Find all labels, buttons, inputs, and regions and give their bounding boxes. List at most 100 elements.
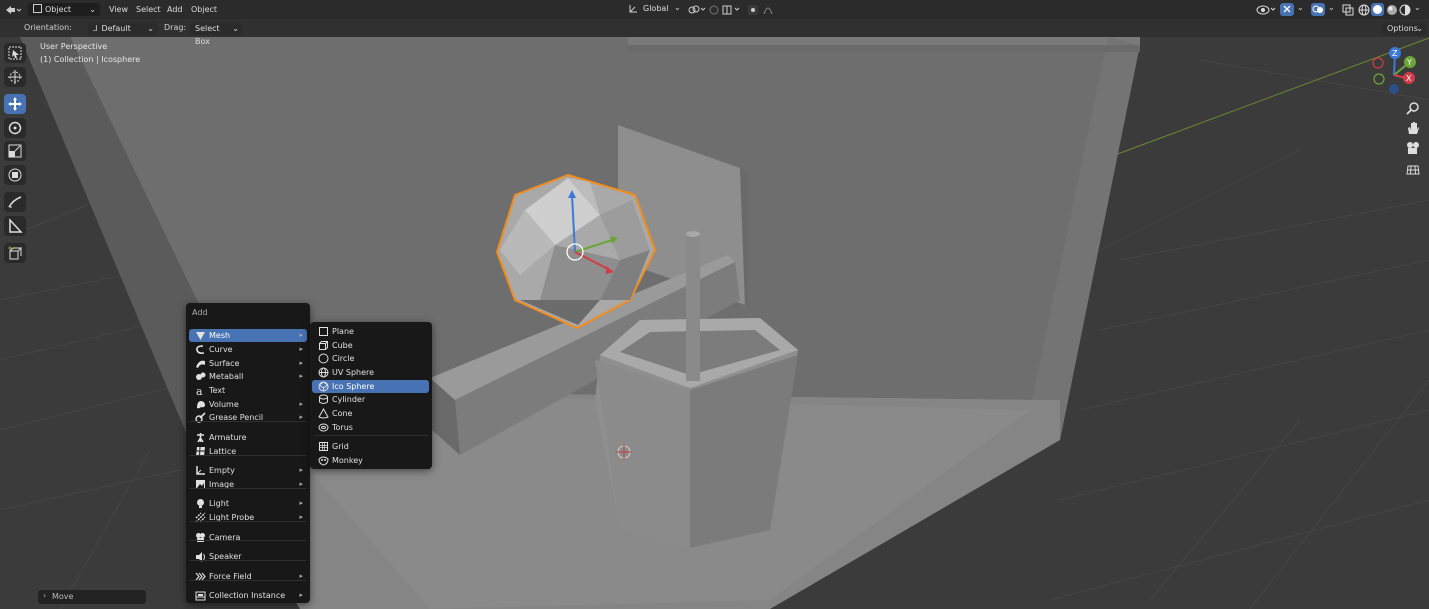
mesh-submenu: Plane Cube Circle UV Sphere Ico Sphere Cylind…	[310, 322, 432, 469]
submenu-arrow-icon: ▸	[299, 359, 303, 367]
add-menu-item-image[interactable]: Image ▸	[189, 478, 307, 491]
add-menu-item-empty[interactable]: Empty ▸	[189, 464, 307, 477]
pan-hand-icon[interactable]	[1404, 119, 1422, 137]
mesh-menu-item-cylinder[interactable]: Cylinder	[312, 393, 429, 406]
mesh-menu-item-uv-sphere[interactable]: UV Sphere	[312, 366, 429, 379]
shading-material-icon[interactable]	[1386, 4, 1398, 16]
add-menu-item-curve[interactable]: Curve ▸	[189, 343, 307, 356]
gizmo-toggle-button[interactable]	[1280, 3, 1294, 16]
add-menu-item-mesh[interactable]: Mesh ▸	[189, 329, 307, 342]
mesh-menu-item-ico-sphere[interactable]: Ico Sphere	[312, 380, 429, 393]
menu-separator	[190, 521, 306, 522]
shading-solid-button[interactable]	[1371, 3, 1384, 16]
menu-item-label: Circle	[332, 354, 355, 363]
shading-solid-icon	[1373, 5, 1382, 14]
menu-separator	[190, 540, 306, 541]
pivot-point-icon[interactable]	[687, 4, 707, 16]
options-dropdown[interactable]: Options ⌄	[1382, 22, 1426, 35]
navigation-gizmo[interactable]: Z Y X	[1366, 45, 1426, 105]
mesh-menu-item-torus[interactable]: Torus	[312, 421, 429, 434]
drag-dropdown[interactable]: Select Box ⌄	[190, 22, 242, 46]
transform-orientation-dropdown[interactable]: Global ⌄	[628, 3, 682, 16]
snap-icon[interactable]	[709, 4, 745, 16]
chevron-down-icon: ⌄	[147, 24, 154, 33]
torus-icon	[318, 423, 329, 432]
tool-settings-bar: Orientation: ⅃ Default ⌄ Drag: Select Box ⌄…	[0, 19, 1429, 46]
mesh-menu-item-grid[interactable]: Grid	[312, 440, 429, 453]
shading-rendered-icon[interactable]	[1399, 4, 1411, 16]
zoom-icon[interactable]	[1404, 99, 1422, 117]
tool-measure[interactable]	[4, 216, 26, 236]
mesh-menu-item-cone[interactable]: Cone	[312, 407, 429, 420]
tool-annotate[interactable]	[4, 192, 26, 212]
transform-icon	[8, 168, 22, 182]
submenu-arrow-icon: ▸	[299, 591, 303, 599]
3d-viewport[interactable]: User Perspective (1) Collection | Icosph…	[0, 37, 1429, 609]
tool-select-box[interactable]	[4, 43, 26, 63]
chevron-down-icon[interactable]: ⌄	[1414, 3, 1421, 12]
menu-item-label: Mesh	[209, 331, 231, 340]
mesh-menu-item-circle[interactable]: Circle	[312, 352, 429, 365]
add-menu-item-grease-pencil[interactable]: Grease Pencil ▸	[189, 411, 307, 424]
submenu-arrow-icon: ▸	[299, 480, 303, 488]
submenu-arrow-icon: ▸	[299, 572, 303, 580]
menu-add[interactable]: Add	[167, 0, 183, 19]
add-menu-item-collection-instance[interactable]: Collection Instance ▸	[189, 589, 307, 602]
tool-transform[interactable]	[4, 165, 26, 185]
menu-item-label: Torus	[332, 423, 353, 432]
camera-icon	[196, 533, 205, 542]
light-icon	[197, 499, 204, 508]
shading-wireframe-icon[interactable]	[1358, 4, 1370, 16]
editor-type-icon[interactable]	[4, 3, 22, 17]
add-menu-item-surface[interactable]: Surface ▸	[189, 357, 307, 370]
orientation-dropdown[interactable]: ⅃ Default ⌄	[88, 22, 158, 35]
submenu-arrow-icon: ▸	[299, 513, 303, 521]
measure-icon	[9, 218, 23, 233]
operator-panel[interactable]: › Move	[38, 590, 146, 604]
mesh-menu-item-cube[interactable]: Cube	[312, 339, 429, 352]
add-menu-item-lattice[interactable]: Lattice	[189, 445, 307, 458]
camera-view-icon[interactable]	[1404, 139, 1422, 157]
chevron-down-icon[interactable]: ⌄	[1328, 3, 1335, 12]
tool-scale[interactable]	[4, 141, 26, 161]
xray-icon[interactable]	[1342, 4, 1354, 16]
tool-move[interactable]	[4, 94, 26, 114]
submenu-arrow-icon: ▸	[299, 372, 303, 380]
submenu-arrow-icon: ▸	[299, 466, 303, 474]
add-menu-item-light[interactable]: Light ▸	[189, 497, 307, 510]
tool-cursor[interactable]	[4, 67, 26, 87]
add-menu-item-force-field[interactable]: Force Field ▸	[189, 570, 307, 583]
menu-item-label: Grid	[332, 442, 349, 451]
visibility-icon[interactable]	[1256, 4, 1278, 16]
add-menu-item-camera[interactable]: Camera	[189, 531, 307, 544]
add-menu-item-light-probe[interactable]: Light Probe ▸	[189, 511, 307, 524]
plane-icon	[319, 327, 328, 336]
add-menu-item-speaker[interactable]: Speaker	[189, 550, 307, 563]
menu-select[interactable]: Select	[136, 0, 161, 19]
add-menu-item-metaball[interactable]: Metaball ▸	[189, 370, 307, 383]
operator-label: Move	[52, 592, 74, 601]
menu-object[interactable]: Object	[191, 0, 217, 19]
menu-item-label: Collection Instance	[209, 591, 286, 600]
menu-separator	[190, 421, 306, 422]
cone-icon	[318, 408, 329, 419]
scale-icon	[8, 144, 22, 158]
chevron-down-icon[interactable]: ⌄	[1297, 3, 1304, 12]
menu-item-label: Text	[209, 386, 226, 395]
tool-add-cube[interactable]	[4, 243, 26, 263]
ortho-grid-icon[interactable]	[1404, 160, 1422, 178]
add-menu-item-volume[interactable]: Volume ▸	[189, 398, 307, 411]
mode-dropdown[interactable]: Object Mode⌄	[28, 3, 100, 27]
menu-item-label: Surface	[209, 359, 240, 368]
overlays-toggle-button[interactable]	[1311, 3, 1325, 16]
add-menu-item-text[interactable]: a Text	[189, 384, 307, 397]
proportional-edit-icon[interactable]	[748, 4, 782, 16]
menu-item-label: Plane	[332, 327, 354, 336]
menu-separator	[190, 560, 306, 561]
menu-view[interactable]: View	[109, 0, 128, 19]
gizmo-y: Y	[1406, 58, 1412, 67]
add-menu-item-armature[interactable]: Armature	[189, 431, 307, 444]
tool-rotate[interactable]	[4, 118, 26, 138]
mesh-menu-item-monkey[interactable]: Monkey	[312, 454, 429, 467]
mesh-menu-item-plane[interactable]: Plane	[312, 325, 429, 338]
